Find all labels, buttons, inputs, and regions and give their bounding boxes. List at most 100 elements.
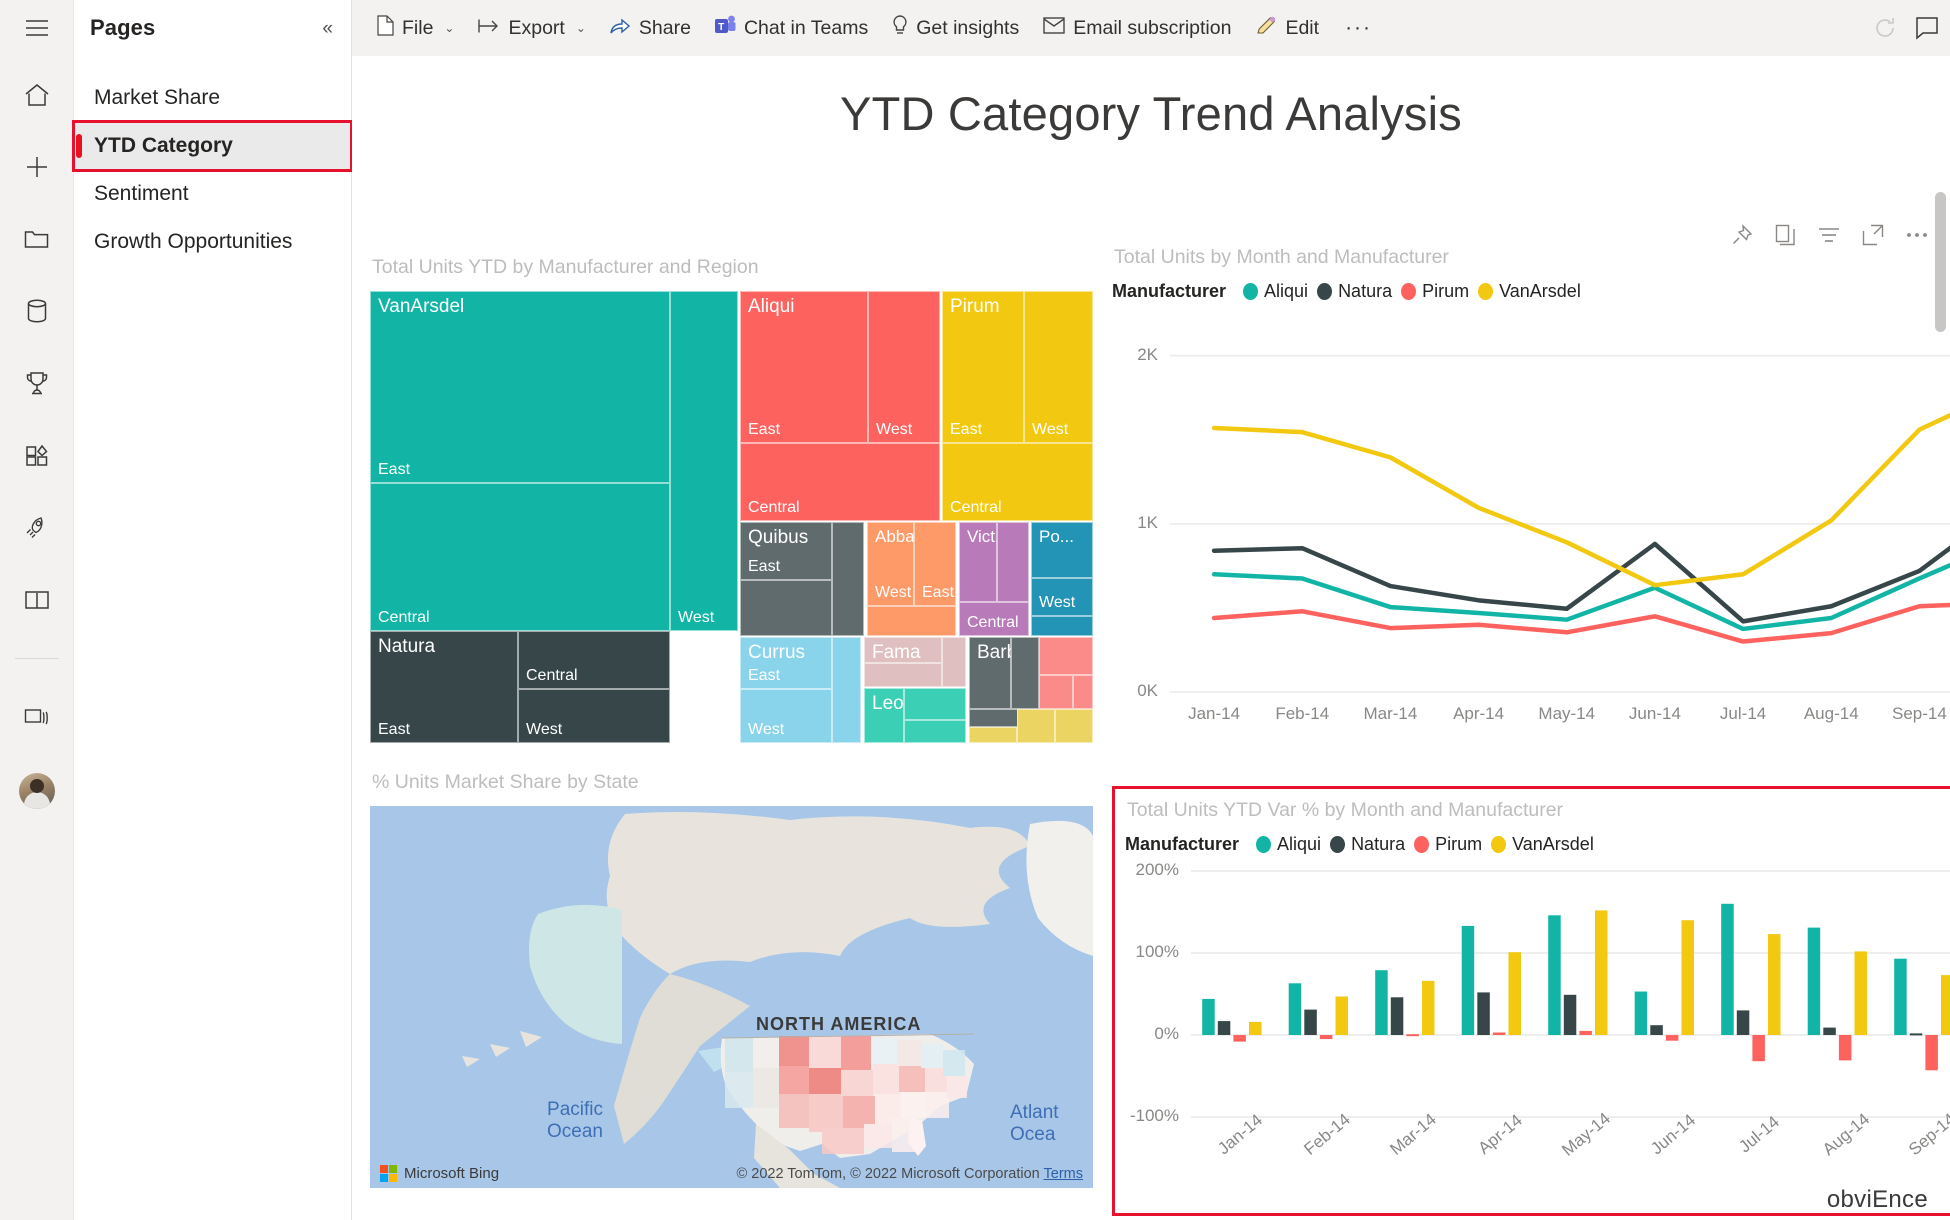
toolbar-more-button[interactable]: ···	[1332, 9, 1385, 47]
line-chart-plot[interactable]: 0K 1K 2K Jan-14 Feb-14 Mar-14 Apr-14 May-14 Jun-…	[1112, 308, 1950, 738]
treemap-tile[interactable]: West	[740, 689, 832, 743]
deployment-rocket-icon[interactable]	[20, 510, 54, 544]
treemap-region-label: West	[526, 721, 563, 738]
rail-hamburger-cell	[0, 0, 74, 56]
treemap-plot[interactable]: VanArsdel East Central West Aliqui East West Ce…	[370, 291, 1093, 743]
treemap-tile[interactable]	[969, 727, 1017, 743]
treemap-tile[interactable]	[1055, 709, 1093, 743]
treemap-tile[interactable]	[997, 522, 1029, 602]
map-continent-label: NORTH AMERICA	[756, 1014, 922, 1034]
treemap-tile[interactable]	[740, 580, 832, 636]
more-options-icon[interactable]	[1906, 231, 1928, 239]
treemap-tile[interactable]	[1031, 616, 1093, 636]
refresh-icon[interactable]	[1872, 15, 1898, 41]
legend-dot-aliqui	[1256, 836, 1272, 853]
treemap-tile[interactable]	[1039, 675, 1073, 709]
legend-item-pirum[interactable]: Pirum	[1401, 281, 1469, 302]
treemap-tile[interactable]: East	[914, 522, 956, 606]
treemap-tile[interactable]: Pirum East	[942, 291, 1024, 443]
sidebar-item-market-share[interactable]: Market Share	[74, 74, 351, 122]
treemap-tile[interactable]	[1017, 709, 1055, 743]
data-hub-icon[interactable]	[20, 294, 54, 328]
treemap-tile[interactable]: Po...	[1031, 522, 1093, 578]
treemap-tile[interactable]	[904, 720, 966, 743]
treemap-tile[interactable]: Central	[740, 443, 940, 521]
map-credit-text: © 2022 TomTom, © 2022 Microsoft Corporat…	[736, 1166, 1040, 1182]
filter-icon[interactable]	[1818, 226, 1840, 244]
treemap-tile[interactable]	[832, 637, 861, 743]
treemap-tile[interactable]: Fama	[864, 637, 942, 663]
legend-item-aliqui[interactable]: Aliqui	[1256, 834, 1321, 855]
sidebar-item-sentiment[interactable]: Sentiment	[74, 170, 351, 218]
legend-item-natura[interactable]: Natura	[1330, 834, 1405, 855]
treemap-manufacturer-label: Aliqui	[748, 296, 795, 317]
treemap-tile[interactable]	[904, 688, 966, 720]
share-icon	[610, 16, 631, 41]
edit-button[interactable]: Edit	[1244, 8, 1330, 49]
treemap-tile[interactable]: Central	[518, 631, 670, 689]
focus-mode-icon[interactable]	[1862, 224, 1884, 246]
goals-trophy-icon[interactable]	[20, 366, 54, 400]
treemap-tile[interactable]	[864, 663, 942, 687]
treemap-manufacturer-label: Pirum	[950, 296, 1000, 317]
treemap-tile[interactable]: West	[1024, 291, 1093, 443]
treemap-tile[interactable]: Barba	[969, 637, 1011, 709]
treemap-tile[interactable]: Vict...	[959, 522, 997, 602]
workspaces-icon[interactable]	[20, 701, 54, 735]
treemap-tile[interactable]	[867, 606, 956, 636]
file-menu-button[interactable]: File ⌄	[366, 8, 465, 49]
hamburger-icon[interactable]	[20, 11, 54, 45]
legend-item-aliqui[interactable]: Aliqui	[1243, 281, 1308, 302]
treemap-tile[interactable]: Aliqui East	[740, 291, 868, 443]
legend-item-vanarsdel[interactable]: VanArsdel	[1478, 281, 1581, 302]
treemap-manufacturer-label: Po...	[1039, 527, 1074, 546]
browse-folder-icon[interactable]	[20, 222, 54, 256]
email-subscription-button[interactable]: Email subscription	[1032, 10, 1242, 47]
treemap-tile[interactable]: Quibus East	[740, 522, 832, 580]
treemap-manufacturer-label: Currus	[748, 642, 806, 663]
treemap-tile[interactable]: Currus East	[740, 637, 832, 689]
treemap-tile[interactable]: Central	[942, 443, 1093, 521]
create-icon[interactable]	[20, 150, 54, 184]
sidebar-item-growth-opportunities[interactable]: Growth Opportunities	[74, 218, 351, 266]
treemap-tile[interactable]	[942, 637, 966, 687]
treemap-tile[interactable]	[832, 522, 864, 636]
treemap-tile[interactable]: Central	[370, 483, 670, 631]
treemap-tile[interactable]: West	[868, 291, 940, 443]
export-menu-button[interactable]: Export ⌄	[467, 10, 596, 47]
treemap-tile[interactable]: VanArsdel East	[370, 291, 670, 483]
line-chart-visual: Total Units by Month and Manufacturer Ma…	[1112, 246, 1950, 766]
chat-in-teams-button[interactable]: T Chat in Teams	[704, 8, 879, 48]
legend-item-natura[interactable]: Natura	[1317, 281, 1392, 302]
legend-item-vanarsdel[interactable]: VanArsdel	[1491, 834, 1594, 855]
home-icon[interactable]	[20, 78, 54, 112]
pin-icon[interactable]	[1731, 224, 1753, 246]
treemap-tile[interactable]: Central	[959, 602, 1029, 636]
bar-chart-plot[interactable]: -100% 0% 100% 200% Jan-14 Feb-14 Mar-14 Apr-14 M…	[1125, 860, 1950, 1191]
treemap-tile[interactable]	[1039, 637, 1093, 675]
treemap-tile[interactable]: West	[518, 689, 670, 743]
treemap-tile[interactable]: Abbas West	[867, 522, 914, 606]
collapse-pages-icon[interactable]: «	[322, 19, 333, 38]
treemap-manufacturer-label: Barba	[977, 642, 1011, 663]
map-terms-link[interactable]: Terms	[1044, 1166, 1083, 1182]
treemap-tile[interactable]	[1011, 637, 1039, 709]
report-canvas: YTD Category Trend Analysis Total Units …	[352, 56, 1950, 1220]
learn-book-icon[interactable]	[20, 582, 54, 616]
legend-item-pirum[interactable]: Pirum	[1414, 834, 1482, 855]
avatar[interactable]	[18, 773, 55, 809]
sidebar-item-ytd-category[interactable]: YTD Category	[72, 120, 353, 172]
treemap-tile[interactable]: West	[670, 291, 738, 631]
map-plot[interactable]: NORTH AMERICA Pacific Ocean Atlant Ocea Mi…	[370, 806, 1093, 1188]
treemap-tile[interactable]: Natura East	[370, 631, 518, 743]
treemap-tile[interactable]: Leo	[864, 688, 904, 743]
copy-icon[interactable]	[1775, 224, 1796, 246]
get-insights-button[interactable]: Get insights	[881, 8, 1030, 49]
treemap-tile[interactable]: West	[1031, 578, 1093, 616]
comment-icon[interactable]	[1914, 15, 1940, 41]
share-button[interactable]: Share	[599, 9, 702, 48]
rail-divider	[14, 658, 59, 659]
treemap-manufacturer-label: Leo	[872, 693, 904, 714]
apps-icon[interactable]	[20, 438, 54, 472]
treemap-tile[interactable]	[1073, 675, 1093, 709]
